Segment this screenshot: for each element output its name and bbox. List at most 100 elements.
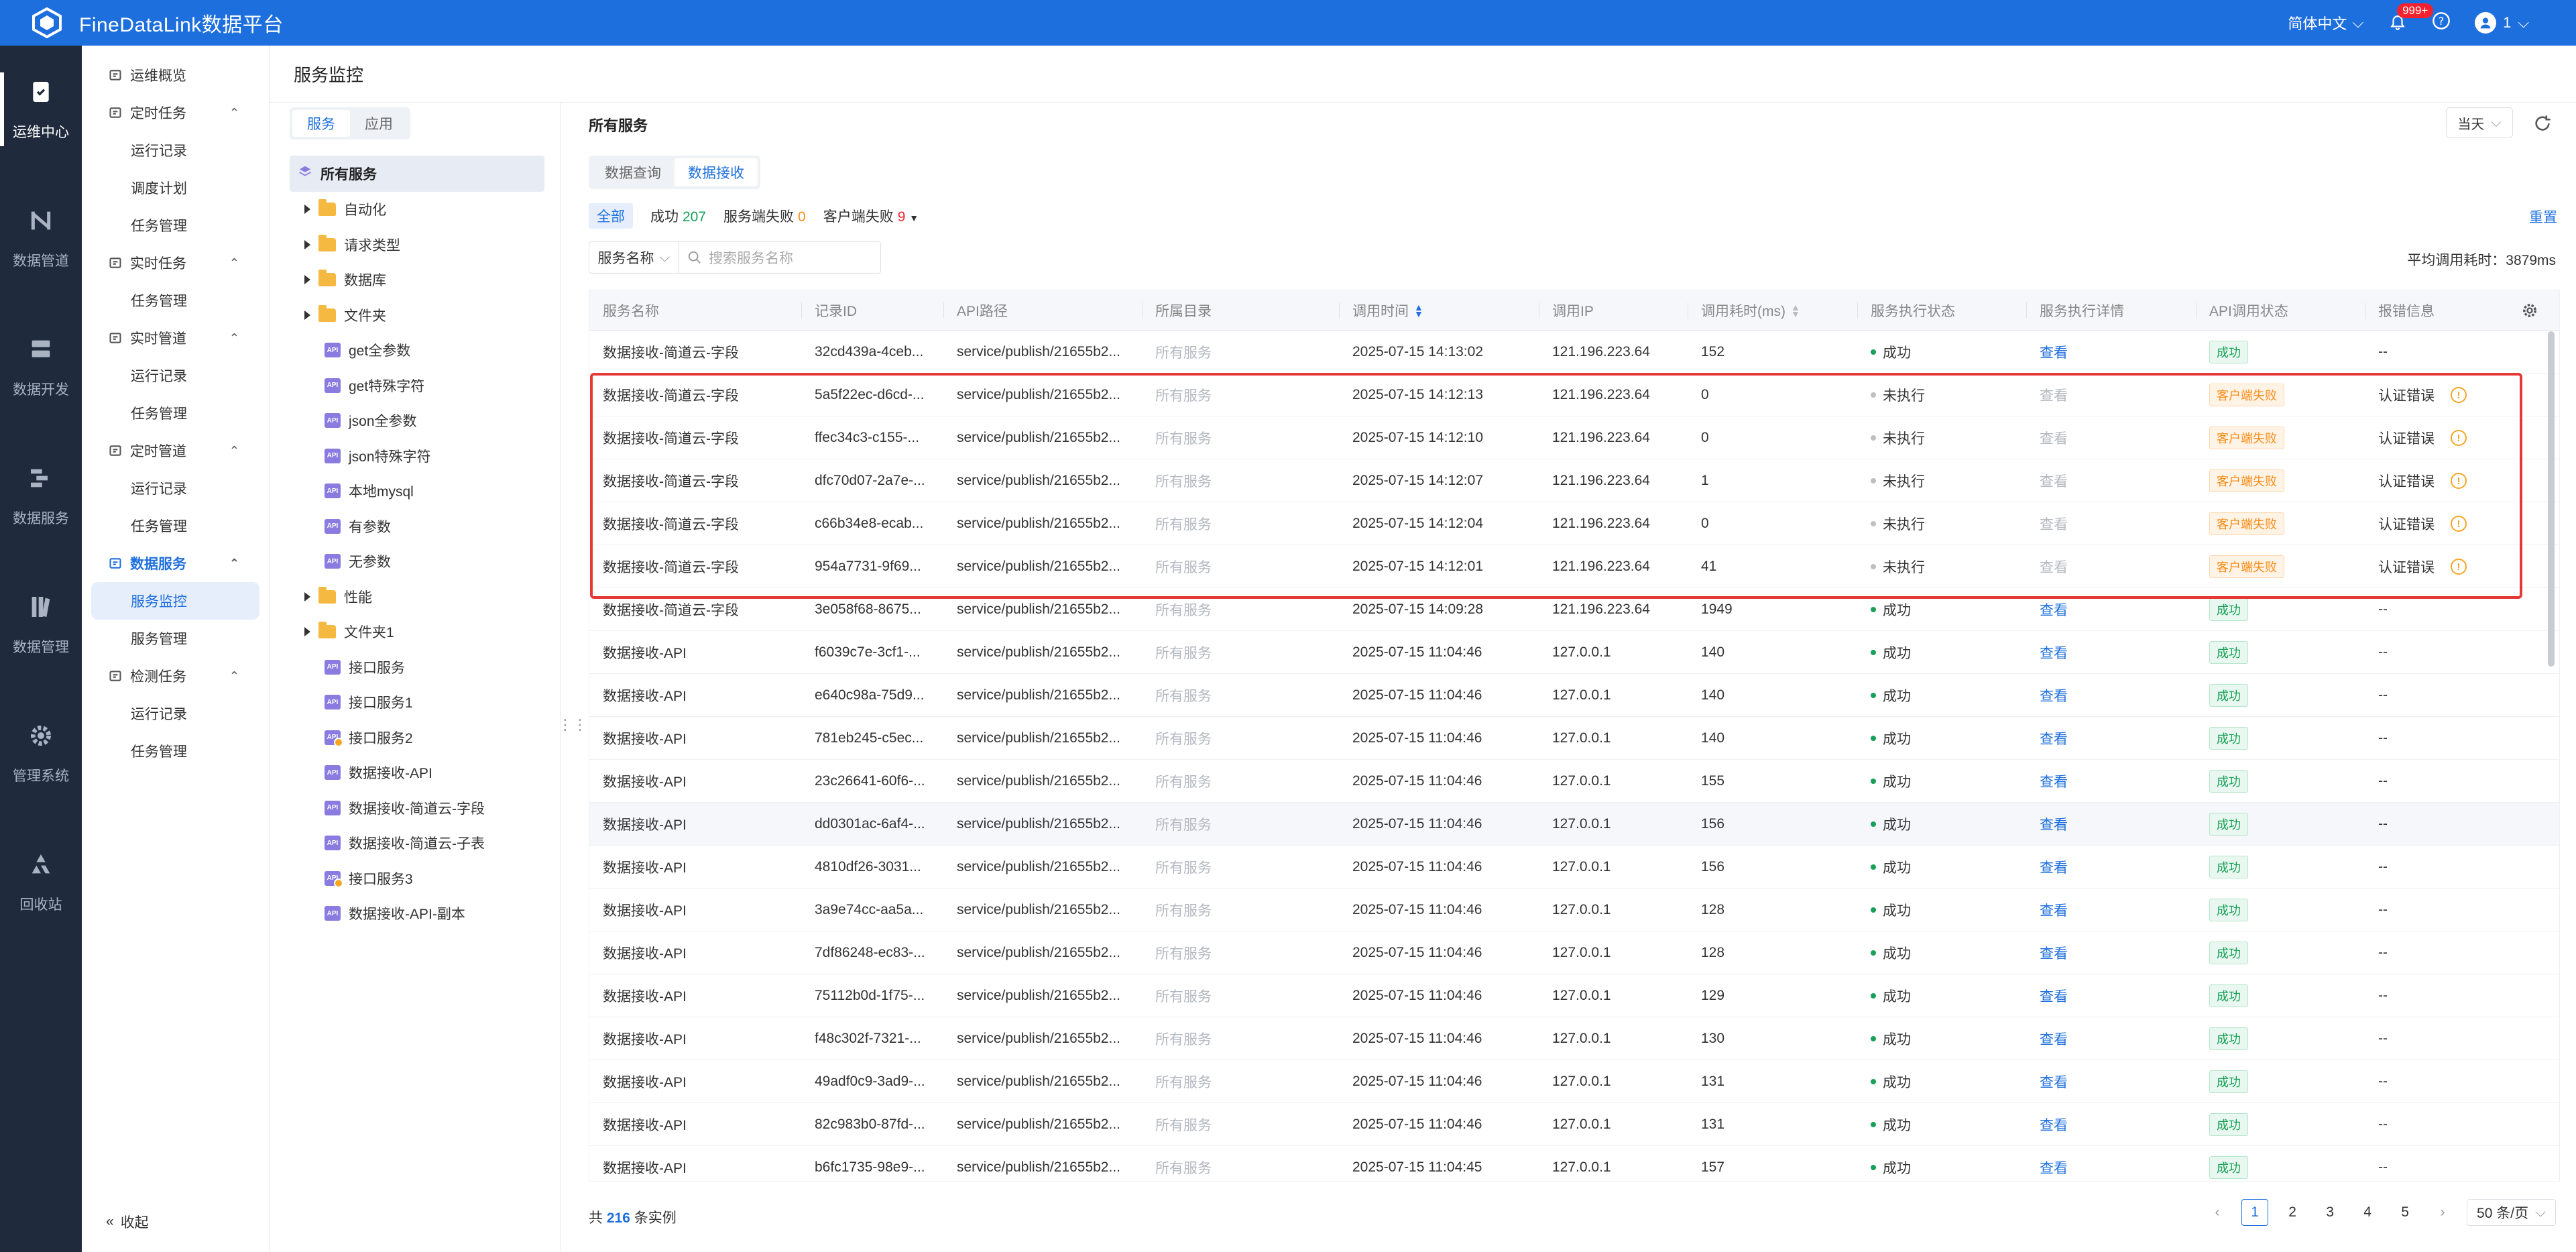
- menu-item-8[interactable]: 运行记录: [82, 357, 269, 394]
- expand-arrow-icon[interactable]: [304, 591, 310, 602]
- tree-node[interactable]: API 本地mysql: [325, 473, 414, 508]
- menu-group-1[interactable]: 定时任务 ⌃: [82, 94, 269, 131]
- table-row[interactable]: 数据接收-API dd0301ac-6af4-... service/publish…: [589, 803, 2559, 846]
- tree-node[interactable]: 性能: [304, 579, 372, 614]
- expand-arrow-icon[interactable]: [304, 627, 310, 636]
- reset-button[interactable]: 重置: [2529, 207, 2557, 227]
- view-detail-link[interactable]: 查看: [2040, 685, 2068, 705]
- view-detail-link[interactable]: 查看: [2040, 900, 2068, 920]
- tree-node[interactable]: API 数据接收-简道云-子表: [325, 826, 485, 860]
- menu-group-10[interactable]: 定时管道 ⌃: [82, 432, 269, 469]
- tab-data-query[interactable]: 数据查询: [591, 158, 675, 186]
- menu-group-5[interactable]: 实时任务 ⌃: [82, 244, 269, 282]
- tree-node[interactable]: 文件夹1: [304, 614, 394, 649]
- table-row[interactable]: 数据接收-API 781eb245-c5ec... service/publish/…: [589, 717, 2559, 760]
- menu-item-12[interactable]: 任务管理: [82, 507, 269, 545]
- tree-node[interactable]: API 无参数: [325, 544, 391, 579]
- tree-node[interactable]: 自动化: [304, 192, 386, 227]
- table-row[interactable]: 数据接收-API f6039c7e-3cf1-... service/publish…: [589, 631, 2559, 674]
- expand-arrow-icon[interactable]: [304, 310, 310, 320]
- info-icon[interactable]: !: [2451, 516, 2467, 532]
- page-number-button[interactable]: 1: [2241, 1199, 2269, 1226]
- tree-node[interactable]: API 接口服务3: [325, 861, 413, 896]
- expand-arrow-icon[interactable]: [304, 275, 310, 284]
- page-number-button[interactable]: 3: [2317, 1199, 2343, 1226]
- notification-bell[interactable]: 999+: [2388, 3, 2434, 33]
- menu-item-4[interactable]: 任务管理: [82, 207, 269, 244]
- table-row[interactable]: 数据接收-API 82c983b0-87fd-... service/publish…: [589, 1103, 2559, 1146]
- prev-page-icon[interactable]: ‹: [2204, 1199, 2231, 1226]
- view-detail-link[interactable]: 查看: [2040, 1115, 2068, 1135]
- info-icon[interactable]: !: [2451, 387, 2467, 403]
- tree-node[interactable]: API 接口服务2: [325, 720, 413, 755]
- info-icon[interactable]: !: [2451, 559, 2467, 575]
- tree-node[interactable]: 请求类型: [304, 227, 400, 262]
- menu-item-9[interactable]: 任务管理: [82, 394, 269, 432]
- tree-node[interactable]: API 数据接收-简道云-字段: [325, 791, 485, 826]
- logo-icon[interactable]: [24, 0, 70, 46]
- filter-success[interactable]: 成功 207: [650, 206, 706, 226]
- menu-item-15[interactable]: 服务管理: [82, 620, 269, 657]
- rail-item-1[interactable]: 数据管道: [0, 174, 82, 303]
- tab-services[interactable]: 服务: [292, 110, 350, 137]
- panel-resize-handle[interactable]: ⋮⋮: [558, 716, 587, 734]
- tree-node[interactable]: API get全参数: [325, 333, 410, 367]
- menu-group-0[interactable]: 运维概览: [82, 56, 269, 94]
- page-size-select[interactable]: 50 条/页 ⌵: [2467, 1199, 2556, 1226]
- sort-icon[interactable]: ▲ ▼: [1791, 302, 1800, 319]
- page-number-button[interactable]: 5: [2392, 1199, 2418, 1226]
- expand-arrow-icon[interactable]: [304, 205, 310, 214]
- column-header[interactable]: API路径: [943, 290, 1008, 331]
- tree-root-all-services[interactable]: 所有服务: [290, 156, 544, 192]
- tree-node[interactable]: API 数据接收-API-副本: [325, 896, 465, 931]
- sort-icon[interactable]: ▲ ▼: [1414, 302, 1423, 319]
- menu-group-13[interactable]: 数据服务 ⌃: [82, 545, 269, 582]
- tree-node[interactable]: 数据库: [304, 262, 386, 297]
- filter-client-fail[interactable]: 客户端失败 9 ▼: [823, 206, 919, 226]
- info-icon[interactable]: !: [2451, 430, 2467, 446]
- filter-server-fail[interactable]: 服务端失败 0: [723, 206, 806, 226]
- column-header[interactable]: 报错信息: [2365, 290, 2435, 331]
- refresh-icon[interactable]: [2529, 110, 2556, 137]
- table-row[interactable]: 数据接收-简道云-字段 dfc70d07-2a7e-... service/publ…: [589, 459, 2559, 502]
- view-detail-link[interactable]: 查看: [2040, 1029, 2068, 1049]
- table-row[interactable]: 数据接收-API 3a9e74cc-aa5a... service/publish/…: [589, 889, 2559, 931]
- collapse-menu-button[interactable]: « 收起: [106, 1212, 149, 1232]
- user-menu[interactable]: 1 ⌵: [2475, 12, 2529, 34]
- column-header[interactable]: 服务执行状态: [1857, 290, 1955, 331]
- search-field-select[interactable]: 服务名称 ⌵: [589, 242, 679, 273]
- rail-item-6[interactable]: 回收站: [0, 818, 82, 947]
- menu-item-18[interactable]: 任务管理: [82, 732, 269, 770]
- column-header[interactable]: 记录ID: [801, 290, 857, 331]
- page-number-button[interactable]: 2: [2279, 1199, 2306, 1226]
- view-detail-link[interactable]: 查看: [2040, 1157, 2068, 1178]
- tab-apps[interactable]: 应用: [350, 110, 408, 137]
- menu-item-2[interactable]: 运行记录: [82, 131, 269, 169]
- time-range-select[interactable]: 当天 ⌵: [2446, 107, 2513, 138]
- view-detail-link[interactable]: 查看: [2040, 943, 2068, 963]
- column-header[interactable]: 服务名称: [589, 290, 659, 331]
- rail-item-4[interactable]: 数据管理: [0, 561, 82, 689]
- filter-all[interactable]: 全部: [589, 203, 633, 229]
- tree-node[interactable]: API 有参数: [325, 509, 391, 544]
- help-icon[interactable]: ?: [2432, 11, 2451, 34]
- view-detail-link[interactable]: 查看: [2040, 600, 2068, 620]
- tree-node[interactable]: API 接口服务1: [325, 685, 413, 720]
- table-row[interactable]: 数据接收-API 7df86248-ec83-... service/publish…: [589, 931, 2559, 974]
- next-page-icon[interactable]: ›: [2429, 1199, 2456, 1226]
- table-row[interactable]: 数据接收-API 23c26641-60f6-... service/publish…: [589, 760, 2559, 803]
- view-detail-link[interactable]: 查看: [2040, 728, 2068, 748]
- table-row[interactable]: 数据接收-简道云-字段 5a5f22ec-d6cd-... service/publ…: [589, 374, 2559, 416]
- table-row[interactable]: 数据接收-API b6fc1735-98e9-... service/publish…: [589, 1146, 2559, 1181]
- column-header[interactable]: 调用IP: [1539, 290, 1594, 331]
- column-header[interactable]: 调用时间 ▲ ▼: [1339, 290, 1423, 331]
- rail-item-2[interactable]: 数据开发: [0, 303, 82, 432]
- view-detail-link[interactable]: 查看: [2040, 1072, 2068, 1092]
- menu-item-14[interactable]: 服务监控: [91, 582, 259, 620]
- table-row[interactable]: 数据接收-API 4810df26-3031... service/publish/…: [589, 846, 2559, 889]
- view-detail-link[interactable]: 查看: [2040, 986, 2068, 1006]
- table-row[interactable]: 数据接收-API 75112b0d-1f75-... service/publish…: [589, 974, 2559, 1017]
- info-icon[interactable]: !: [2451, 473, 2467, 489]
- menu-item-17[interactable]: 运行记录: [82, 695, 269, 732]
- rail-item-3[interactable]: 数据服务: [0, 432, 82, 561]
